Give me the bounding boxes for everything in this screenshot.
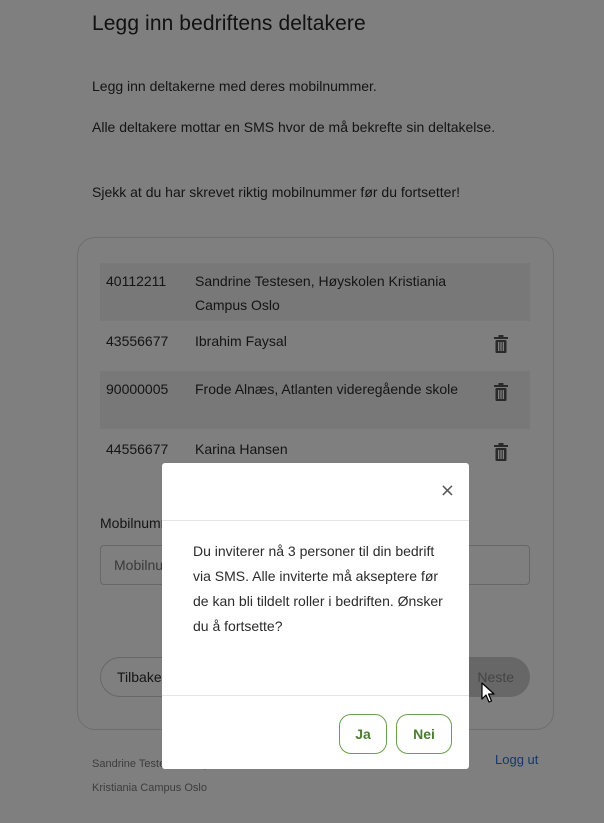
- confirm-yes-button[interactable]: Ja: [339, 714, 387, 754]
- dialog-message: Du inviterer nå 3 personer til din bedri…: [193, 543, 443, 634]
- close-icon[interactable]: ×: [440, 481, 455, 501]
- dialog-divider: [162, 520, 469, 521]
- dialog-divider: [162, 695, 469, 696]
- mouse-cursor-icon: [481, 682, 495, 703]
- confirm-dialog: × Du inviterer nå 3 personer til din bed…: [162, 463, 469, 769]
- confirm-no-button[interactable]: Nei: [396, 714, 452, 754]
